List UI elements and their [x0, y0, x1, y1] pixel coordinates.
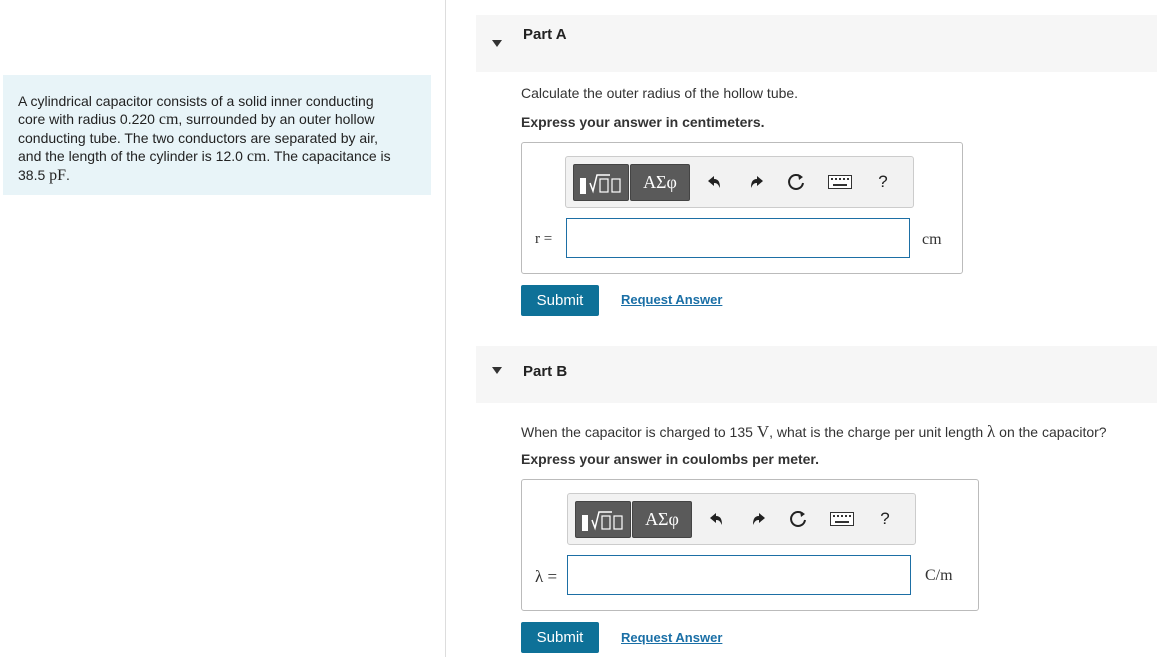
- keyboard-icon[interactable]: [830, 508, 854, 530]
- problem-text: .: [66, 167, 70, 183]
- part-b-variable-label: λ =: [535, 567, 558, 586]
- problem-line-2: core with radius 0.220 cm, surrounded by…: [18, 110, 417, 129]
- keyboard-icon[interactable]: [828, 171, 852, 193]
- part-a-request-answer-link[interactable]: Request Answer: [621, 292, 722, 307]
- greek-symbols-icon[interactable]: ΑΣφ: [632, 501, 692, 538]
- problem-line-4: and the length of the cylinder is 12.0 c…: [18, 147, 417, 166]
- problem-text: and the length of the cylinder is 12.0: [18, 148, 247, 164]
- undo-icon[interactable]: [703, 171, 725, 193]
- part-b-submit-button[interactable]: Submit: [521, 622, 599, 653]
- reset-icon[interactable]: [786, 171, 808, 193]
- problem-unit: cm: [158, 111, 179, 128]
- part-a-header[interactable]: Part A: [476, 15, 1157, 72]
- question-text: on the capacitor?: [995, 424, 1107, 440]
- undo-icon[interactable]: [705, 508, 727, 530]
- problem-line-1: A cylindrical capacitor consists of a so…: [18, 93, 374, 109]
- problem-line-3: conducting tube. The two conductors are …: [18, 130, 379, 146]
- part-a-submit-button[interactable]: Submit: [521, 285, 599, 316]
- help-icon[interactable]: ?: [874, 508, 896, 530]
- part-b-question: When the capacitor is charged to 135 V, …: [521, 422, 1107, 442]
- part-b-express: Express your answer in coulombs per mete…: [521, 451, 819, 467]
- part-a-variable-label: r =: [535, 231, 553, 247]
- templates-icon[interactable]: [573, 164, 629, 201]
- problem-unit: cm: [246, 148, 267, 165]
- question-text: , what is the charge per unit length: [769, 424, 988, 440]
- part-a-title: Part A: [523, 26, 567, 43]
- redo-icon[interactable]: [746, 171, 768, 193]
- part-a-answer-box: ΑΣφ ? r = cm: [521, 142, 963, 274]
- problem-text: , surrounded by an outer hollow: [178, 111, 375, 127]
- part-a-unit: cm: [922, 231, 942, 248]
- problem-unit: pF: [49, 167, 67, 184]
- part-a-toolbar: ΑΣφ ?: [565, 156, 914, 208]
- problem-text: 38.5: [18, 167, 50, 183]
- part-a-question: Calculate the outer radius of the hollow…: [521, 85, 799, 101]
- part-a-express: Express your answer in centimeters.: [521, 114, 765, 130]
- part-b-request-answer-link[interactable]: Request Answer: [621, 630, 722, 645]
- collapse-triangle-icon[interactable]: [492, 40, 502, 47]
- greek-symbols-icon[interactable]: ΑΣφ: [630, 164, 690, 201]
- part-b-answer-box: ΑΣφ ? λ = C/m: [521, 479, 979, 611]
- question-unit: V: [756, 422, 770, 441]
- column-divider: [445, 0, 446, 657]
- question-text: When the capacitor is charged to 135: [521, 424, 757, 440]
- problem-text: . The capacitance is: [266, 148, 391, 164]
- reset-icon[interactable]: [788, 508, 810, 530]
- part-b-answer-input[interactable]: [567, 555, 911, 595]
- templates-icon[interactable]: [575, 501, 631, 538]
- problem-text: core with radius 0.220: [18, 111, 159, 127]
- part-b-unit: C/m: [925, 567, 953, 584]
- part-b-header[interactable]: Part B: [476, 346, 1157, 403]
- collapse-triangle-icon[interactable]: [492, 367, 502, 374]
- redo-icon[interactable]: [748, 508, 770, 530]
- part-a-answer-input[interactable]: [566, 218, 910, 258]
- part-b-toolbar: ΑΣφ ?: [567, 493, 916, 545]
- part-b-title: Part B: [523, 363, 568, 380]
- help-icon[interactable]: ?: [872, 171, 894, 193]
- problem-statement: A cylindrical capacitor consists of a so…: [3, 75, 431, 195]
- problem-line-5: 38.5 pF.: [18, 166, 417, 185]
